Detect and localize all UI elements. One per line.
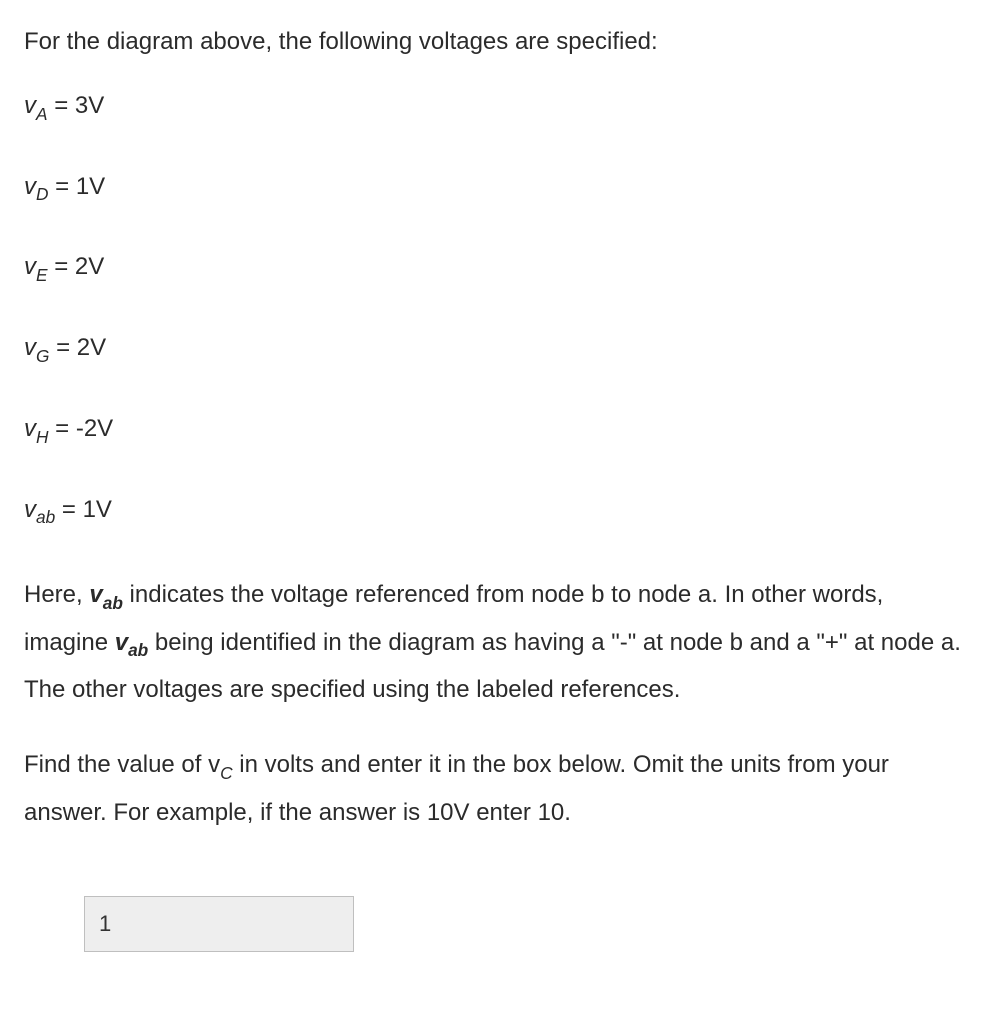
eq-sub: H bbox=[36, 427, 48, 447]
vab-sub: ab bbox=[103, 593, 123, 613]
eq-sub: D bbox=[36, 184, 48, 204]
intro-text: For the diagram above, the following vol… bbox=[24, 24, 964, 60]
eq-sub: E bbox=[36, 265, 48, 285]
vab-symbol: v bbox=[115, 629, 128, 656]
eq-sym: v bbox=[24, 173, 36, 200]
eq-sym: v bbox=[24, 92, 36, 119]
eq-sub: G bbox=[36, 346, 49, 366]
question-text: Find the value of vC in volts and enter … bbox=[24, 742, 964, 836]
eq-rhs: = 3V bbox=[48, 92, 105, 119]
explain-part: Here, bbox=[24, 581, 89, 608]
explanation-text: Here, vab indicates the voltage referenc… bbox=[24, 572, 964, 714]
eq-rhs: = 2V bbox=[49, 334, 106, 361]
eq-sub: ab bbox=[36, 507, 55, 527]
equation-vH: vH = -2V bbox=[24, 411, 964, 450]
equation-vE: vE = 2V bbox=[24, 249, 964, 288]
explain-part: being identified in the diagram as havin… bbox=[24, 629, 961, 703]
eq-rhs: = 1V bbox=[48, 173, 105, 200]
eq-sub: A bbox=[36, 104, 48, 124]
eq-rhs: = 1V bbox=[55, 496, 112, 523]
eq-rhs: = 2V bbox=[48, 253, 105, 280]
equation-vab: vab = 1V bbox=[24, 492, 964, 531]
question-sub: C bbox=[220, 763, 232, 783]
eq-sym: v bbox=[24, 415, 36, 442]
eq-sym: v bbox=[24, 253, 36, 280]
eq-sym: v bbox=[24, 334, 36, 361]
eq-sym: v bbox=[24, 496, 36, 523]
question-part: Find the value of v bbox=[24, 751, 220, 778]
equation-vD: vD = 1V bbox=[24, 169, 964, 208]
vab-symbol: v bbox=[89, 581, 102, 608]
answer-container bbox=[84, 896, 964, 952]
answer-input[interactable] bbox=[84, 896, 354, 952]
equation-vA: vA = 3V bbox=[24, 88, 964, 127]
eq-rhs: = -2V bbox=[48, 415, 113, 442]
equation-vG: vG = 2V bbox=[24, 330, 964, 369]
vab-sub: ab bbox=[128, 640, 148, 660]
